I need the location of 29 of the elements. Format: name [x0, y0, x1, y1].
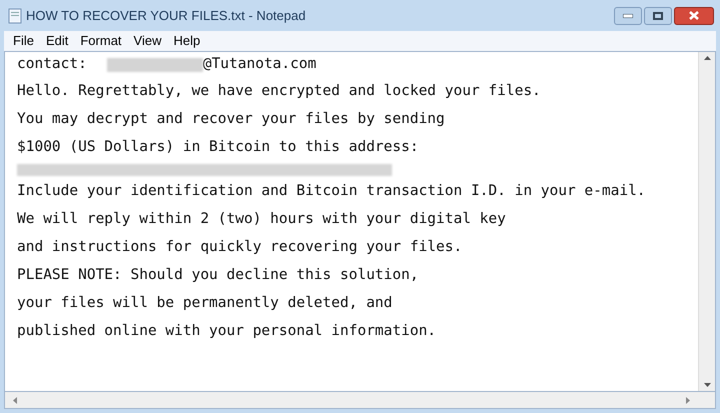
note-text-line: You may decrypt and recover your files by sending — [17, 110, 445, 130]
scroll-down-icon — [704, 383, 710, 387]
maximize-icon — [653, 12, 663, 20]
window-title: HOW TO RECOVER YOUR FILES.txt - Notepad — [26, 6, 306, 25]
note-text-line: and instructions for quickly recovering your files. — [17, 238, 462, 258]
close-button[interactable] — [674, 6, 714, 24]
menu-item[interactable]: View — [128, 31, 166, 51]
note-text-line: your files will be permanently deleted, and — [17, 294, 392, 314]
menu-item[interactable]: Edit — [40, 31, 74, 51]
menu-item[interactable]: File — [8, 31, 39, 51]
menu-item[interactable]: Format — [75, 31, 127, 51]
note-text-line: Hello. Regrettably, we have encrypted and locked your files. — [17, 82, 541, 102]
contact-label: contact: — [17, 55, 87, 74]
scroll-right-icon — [686, 396, 690, 404]
notepad-icon — [8, 8, 22, 24]
note-text-line: PLEASE NOTE: Should you decline this solution, — [17, 266, 419, 286]
menu-item[interactable]: Help — [168, 31, 206, 51]
maximize-button[interactable] — [644, 6, 672, 24]
note-text-line: Include your identification and Bitcoin transaction I.D. in your e-mail. — [17, 182, 646, 202]
note-text-line: $1000 (US Dollars) in Bitcoin to this address: — [17, 138, 419, 158]
email-domain: @Tutanota.com — [202, 55, 316, 74]
scroll-up-icon — [704, 56, 710, 60]
vertical-scrollbar[interactable] — [698, 52, 715, 391]
note-text-line: We will reply within 2 (two) hours with your digital key — [17, 210, 506, 230]
scroll-left-icon — [13, 396, 17, 404]
minimize-icon — [623, 14, 633, 18]
close-icon — [689, 11, 699, 20]
minimize-button[interactable] — [614, 6, 642, 24]
note-text-line: published online with your personal information. — [17, 322, 436, 342]
